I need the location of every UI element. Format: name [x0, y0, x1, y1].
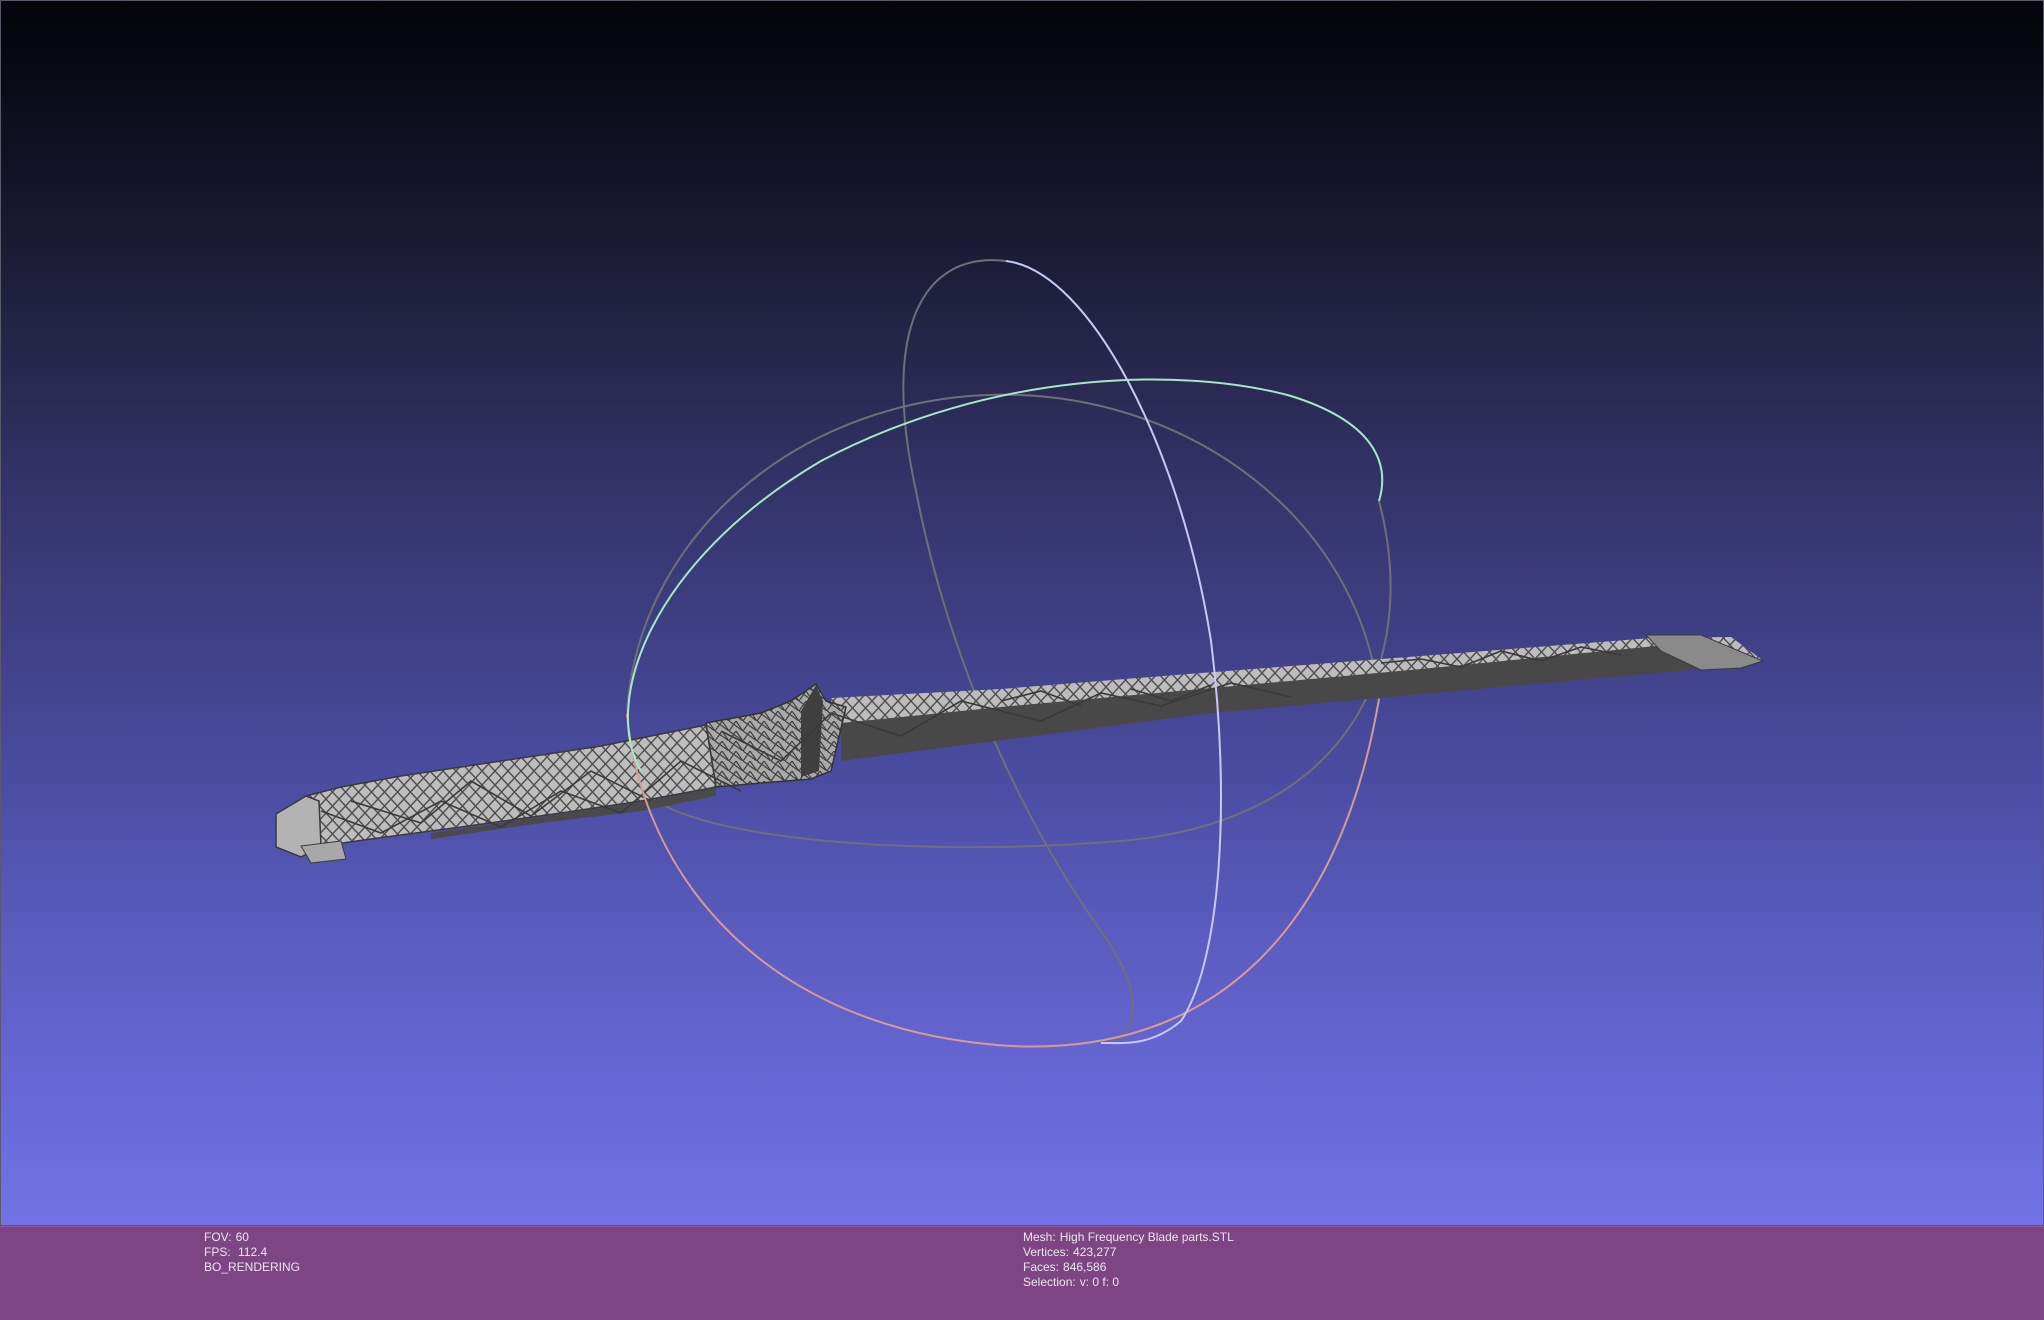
fps-label: FPS:: [204, 1245, 231, 1259]
faces-label: Faces:: [1023, 1260, 1060, 1274]
trackball-icon[interactable]: [626, 259, 1392, 1044]
render-mode: BO_RENDERING: [204, 1260, 301, 1274]
blade-guard: [705, 682, 847, 788]
fov-readout: FOV: 60: [204, 1230, 300, 1245]
faces-readout: Faces: 846,586: [1023, 1260, 1234, 1275]
trackball-ring-y-front: [1005, 260, 1222, 1045]
selection-label: Selection:: [1023, 1275, 1076, 1289]
blade-mesh[interactable]: [275, 634, 1765, 864]
vertices-value: 423,277: [1073, 1245, 1117, 1259]
mesh-label: Mesh:: [1023, 1230, 1056, 1244]
selection-value: v: 0 f: 0: [1079, 1275, 1120, 1289]
status-info-bar: FOV: 60 FPS: 112.4 BO_RENDERING Mesh: High…: [0, 1226, 2044, 1320]
3d-viewport[interactable]: [0, 0, 2044, 1226]
fov-value: 60: [235, 1230, 249, 1244]
scene-canvas[interactable]: [1, 1, 2044, 1227]
vertices-label: Vertices:: [1023, 1245, 1070, 1259]
mesh-info: Mesh: High Frequency Blade parts.STL Vert…: [1023, 1230, 1234, 1290]
render-info: FOV: 60 FPS: 112.4 BO_RENDERING: [204, 1230, 300, 1275]
trackball-ring-y-back: [902, 259, 1135, 1044]
vertices-readout: Vertices: 423,277: [1023, 1245, 1234, 1260]
mesh-name: High Frequency Blade parts.STL: [1059, 1230, 1234, 1244]
selection-readout: Selection: v: 0 f: 0: [1023, 1275, 1234, 1290]
trackball-ring-x-back: [626, 393, 1380, 715]
faces-value: 846,586: [1063, 1260, 1107, 1274]
mesh-readout: Mesh: High Frequency Blade parts.STL: [1023, 1230, 1234, 1245]
fov-label: FOV:: [204, 1230, 232, 1244]
fps-value: 112.4: [238, 1245, 268, 1259]
fps-readout: FPS: 112.4: [204, 1245, 300, 1260]
